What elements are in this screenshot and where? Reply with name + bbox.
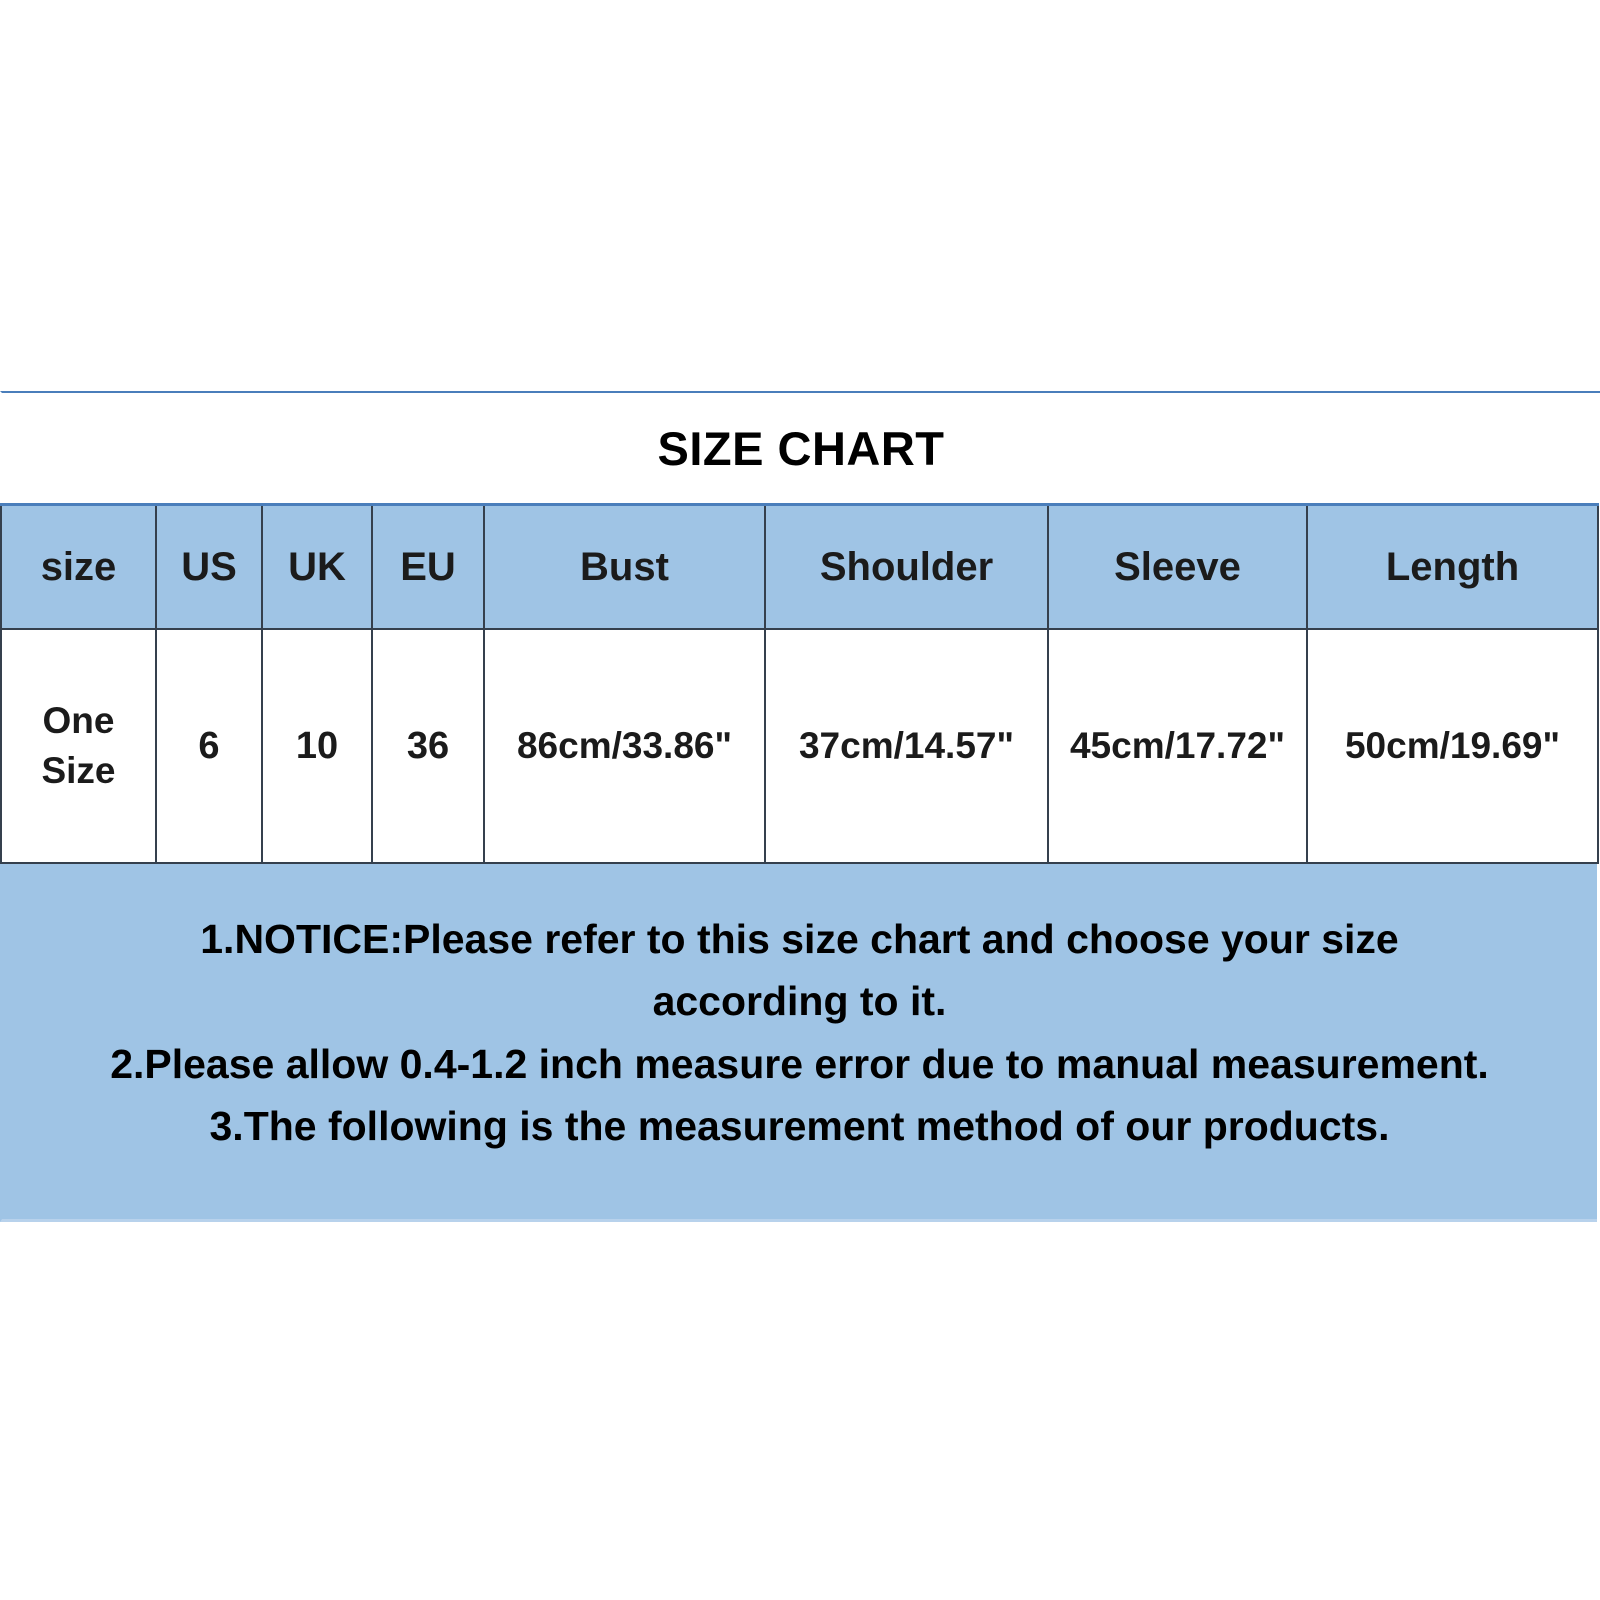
cell-bust: 86cm/33.86" (483, 628, 766, 864)
column-header-bust: Bust (483, 503, 766, 630)
cell-length: 50cm/19.69" (1306, 628, 1599, 864)
cell-sleeve: 45cm/17.72" (1047, 628, 1308, 864)
column-header-size: size (0, 503, 157, 630)
cell-uk: 10 (261, 628, 373, 864)
notice-line-1: 1.NOTICE:Please refer to this size chart… (200, 916, 1399, 1025)
notice-line-3: 3.The following is the measurement metho… (209, 1102, 1390, 1149)
size-chart-table: size US UK EU Bust Shoulder Sleeve Lengt… (0, 503, 1599, 864)
cell-size: One Size (0, 628, 157, 864)
cell-eu: 36 (371, 628, 485, 864)
cell-us: 6 (155, 628, 263, 864)
page-title: SIZE CHART (657, 421, 945, 475)
table-header-row: size US UK EU Bust Shoulder Sleeve Lengt… (0, 503, 1599, 630)
table-body: One Size 6 10 36 86cm/33.86" 37cm/14.57"… (0, 628, 1599, 864)
column-header-uk: UK (261, 503, 373, 630)
notice-block: 1.NOTICE:Please refer to this size chart… (0, 864, 1597, 1223)
column-header-length: Length (1306, 503, 1599, 630)
notice-line-2: 2.Please allow 0.4-1.2 inch measure erro… (110, 1040, 1489, 1087)
table-row: One Size 6 10 36 86cm/33.86" 37cm/14.57"… (0, 628, 1599, 864)
column-header-shoulder: Shoulder (764, 503, 1049, 630)
title-band: SIZE CHART (0, 391, 1600, 503)
size-chart-container: SIZE CHART size US UK EU Bust Shoulder S… (0, 391, 1600, 1223)
table-header: size US UK EU Bust Shoulder Sleeve Lengt… (0, 503, 1599, 630)
column-header-eu: EU (371, 503, 485, 630)
cell-shoulder: 37cm/14.57" (764, 628, 1049, 864)
column-header-us: US (155, 503, 263, 630)
column-header-sleeve: Sleeve (1047, 503, 1308, 630)
